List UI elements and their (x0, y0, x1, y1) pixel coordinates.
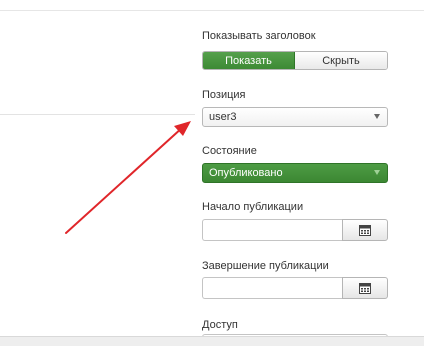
show-title-label: Показывать заголовок (202, 30, 316, 42)
publish-up-calendar-button[interactable] (342, 219, 388, 241)
calendar-icon (359, 224, 371, 236)
publish-down-field (202, 277, 388, 299)
publish-up-field (202, 219, 388, 241)
chevron-down-icon (374, 170, 380, 175)
position-select[interactable]: user3 (202, 107, 388, 127)
publish-up-label: Начало публикации (202, 201, 304, 213)
publish-down-label: Завершение публикации (202, 260, 329, 272)
top-divider (0, 10, 424, 11)
publish-down-calendar-button[interactable] (342, 277, 388, 299)
state-value: Опубликовано (209, 167, 283, 179)
arrow-head-icon (174, 121, 191, 136)
bottom-scroll-area (0, 336, 424, 346)
position-label: Позиция (202, 89, 246, 101)
module-settings-page: Показывать заголовок Показать Скрыть Поз… (0, 0, 424, 346)
publish-down-input[interactable] (202, 277, 342, 299)
show-button[interactable]: Показать (203, 52, 295, 69)
hide-button[interactable]: Скрыть (295, 52, 387, 69)
show-title-toggle: Показать Скрыть (202, 51, 388, 70)
content-divider (0, 114, 195, 115)
state-select[interactable]: Опубликовано (202, 163, 388, 183)
chevron-down-icon (374, 114, 380, 119)
arrow-shaft (65, 126, 184, 234)
state-label: Состояние (202, 145, 257, 157)
publish-up-input[interactable] (202, 219, 342, 241)
calendar-icon (359, 282, 371, 294)
access-label: Доступ (202, 319, 238, 331)
position-value: user3 (209, 111, 237, 123)
